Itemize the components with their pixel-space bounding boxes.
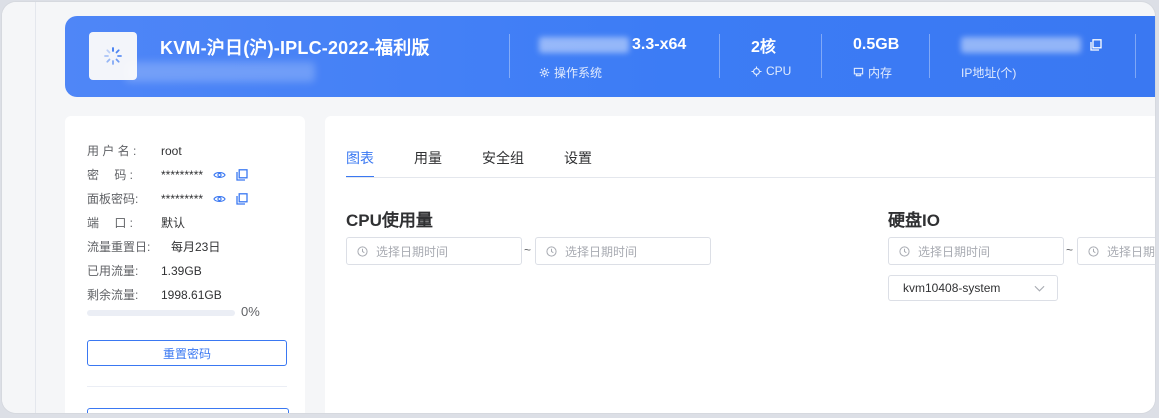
disk-select[interactable]: kvm10408-system [888, 275, 1058, 301]
disk-io-title: 硬盘IO [888, 211, 940, 230]
tab-settings[interactable]: 设置 [564, 148, 592, 178]
memory-value: 0.5GB [853, 36, 900, 53]
cpu-start-datetime-picker[interactable]: 选择日期时间 [346, 237, 522, 265]
traffic-progress-bar [87, 310, 235, 316]
redacted-os-name [539, 37, 629, 53]
info-row-username: 用 户 名 : root [87, 142, 182, 159]
port-value: 默认 [161, 216, 186, 230]
used-traffic-value: 1.39GB [161, 263, 202, 278]
left-gutter [2, 2, 35, 413]
clock-icon [546, 245, 557, 257]
disk-end-datetime-picker[interactable]: 选择日期时间 [1077, 237, 1155, 265]
info-row-reset-day: 流量重置日: 每月23日 [87, 238, 220, 255]
info-row-used-traffic: 已用流量: 1.39GB [87, 262, 202, 279]
server-header-banner: KVM-沪日(沪)-IPLC-2022-福利版 3.3-x64 操作系统 2核 … [65, 16, 1155, 97]
memory-label: 内存 [868, 66, 893, 80]
stat-cpu: 2核 CPU [751, 34, 791, 78]
left-divider [35, 2, 36, 413]
tab-usage[interactable]: 用量 [414, 148, 442, 178]
cpu-label: CPU [766, 64, 792, 78]
username-label: 用 户 名 : [87, 144, 137, 158]
stat-memory: 0.5GB 内存 [853, 34, 899, 81]
used-traffic-label: 已用流量: [87, 264, 139, 278]
disk-end-placeholder: 选择日期时间 [1107, 244, 1155, 259]
reset-day-value: 每月23日 [171, 240, 221, 254]
tab-security-group[interactable]: 安全组 [482, 148, 524, 178]
username-value: root [161, 143, 182, 158]
divider [929, 34, 930, 78]
eye-icon[interactable] [213, 194, 226, 204]
stat-os: 3.3-x64 操作系统 [539, 34, 686, 81]
tab-underline [346, 177, 1155, 178]
loading-spinner-icon [104, 47, 122, 65]
server-info-card: 用 户 名 : root 密 码 : ********* 面板密码: *****… [65, 116, 305, 413]
gear-icon [539, 67, 550, 78]
eye-icon[interactable] [213, 170, 226, 180]
panel-password-label: 面板密码: [87, 192, 139, 206]
server-title: KVM-沪日(沪)-IPLC-2022-福利版 [160, 38, 430, 58]
port-label: 端 口 : [87, 216, 134, 230]
traffic-percent: 0% [241, 304, 260, 319]
divider [821, 34, 822, 78]
redacted-ip-address [961, 37, 1081, 53]
reset-day-label: 流量重置日: [87, 240, 151, 254]
disk-start-placeholder: 选择日期时间 [918, 244, 991, 259]
info-row-port: 端 口 : 默认 [87, 214, 185, 231]
password-value: ********* [161, 167, 204, 182]
password-label: 密 码 : [87, 168, 134, 182]
tab-chart[interactable]: 图表 [346, 148, 374, 178]
range-separator: ~ [1066, 243, 1074, 257]
cpu-value: 2核 [751, 39, 776, 56]
info-row-password: 密 码 : ********* [87, 166, 248, 183]
secondary-button[interactable] [87, 408, 289, 413]
tab-bar: 图表 用量 安全组 设置 [346, 148, 632, 178]
cpu-end-datetime-picker[interactable]: 选择日期时间 [535, 237, 711, 265]
stat-ip: IP地址(个) [961, 34, 1102, 81]
chevron-down-icon [1034, 285, 1045, 292]
copy-icon[interactable] [236, 168, 248, 181]
remaining-traffic-label: 剩余流量: [87, 288, 139, 302]
divider [509, 34, 510, 78]
ip-label: IP地址(个) [961, 66, 1017, 80]
app-window: KVM-沪日(沪)-IPLC-2022-福利版 3.3-x64 操作系统 2核 … [2, 2, 1155, 413]
main-panel: 图表 用量 安全组 设置 CPU使用量 选择日期时间 ~ 选择日期时间 硬盘IO… [325, 116, 1155, 413]
divider [719, 34, 720, 78]
cpu-icon [751, 65, 762, 77]
disk-select-value: kvm10408-system [903, 281, 1001, 295]
clock-icon [357, 245, 368, 257]
info-row-panel-password: 面板密码: ********* [87, 190, 248, 207]
os-label: 操作系统 [554, 66, 603, 80]
panel-password-value: ********* [161, 191, 204, 206]
memory-icon [853, 67, 864, 77]
disk-start-datetime-picker[interactable]: 选择日期时间 [888, 237, 1064, 265]
clock-icon [899, 245, 910, 257]
range-separator: ~ [524, 243, 532, 257]
reset-password-button[interactable]: 重置密码 [87, 340, 287, 366]
copy-icon[interactable] [1090, 39, 1102, 51]
cpu-end-placeholder: 选择日期时间 [565, 244, 638, 259]
cpu-usage-title: CPU使用量 [346, 211, 433, 230]
redacted-subtitle [125, 62, 315, 82]
divider [87, 386, 287, 387]
remaining-traffic-value: 1998.61GB [161, 287, 222, 302]
clock-icon [1088, 245, 1099, 257]
copy-icon[interactable] [236, 192, 248, 205]
divider [1135, 34, 1136, 78]
cpu-start-placeholder: 选择日期时间 [376, 244, 449, 259]
os-value: 3.3-x64 [632, 36, 687, 53]
info-row-remaining-traffic: 剩余流量: 1998.61GB [87, 286, 222, 303]
